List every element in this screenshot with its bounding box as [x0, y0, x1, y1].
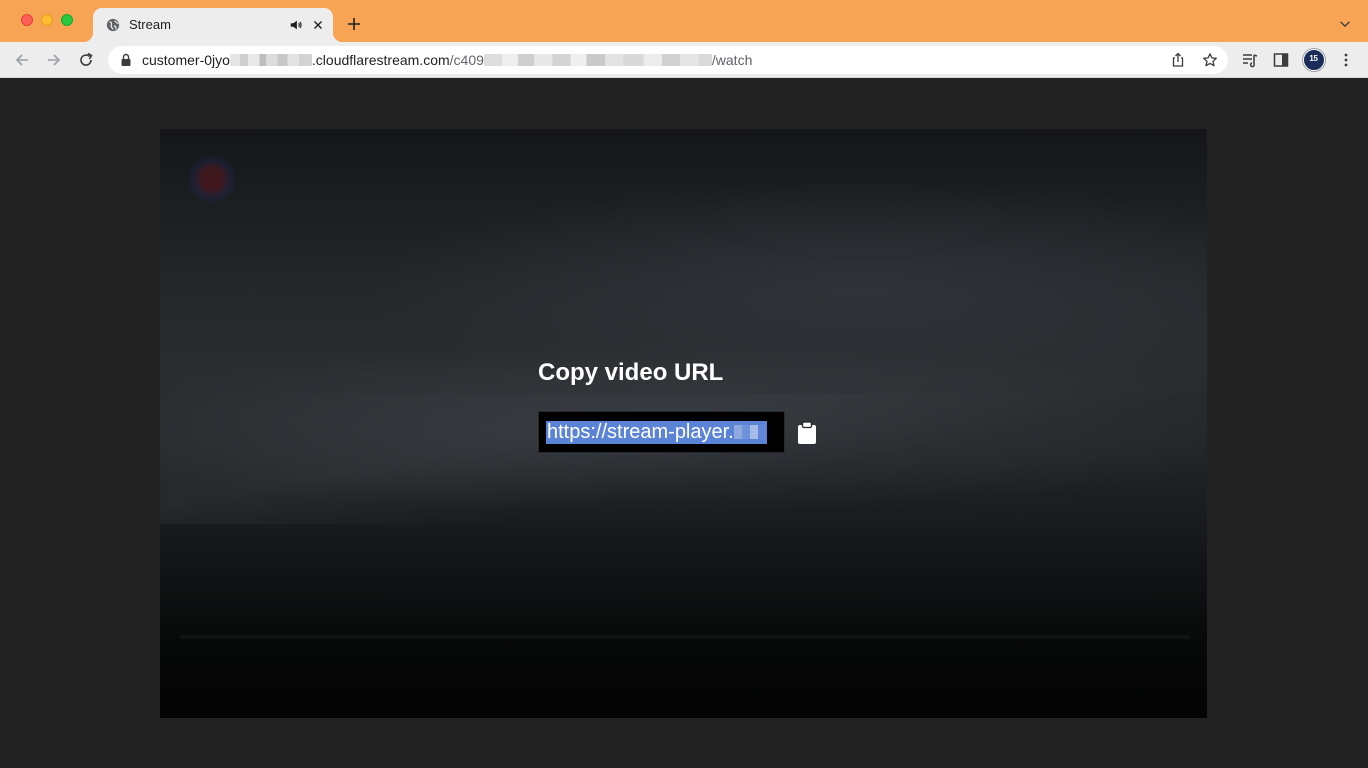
side-panel-icon[interactable] [1272, 51, 1290, 69]
dialog-title: Copy video URL [538, 359, 724, 386]
tab-title: Stream [129, 17, 171, 32]
more-icon[interactable] [1337, 51, 1355, 69]
redacted-url-segment [483, 54, 712, 66]
video-url-field[interactable]: https://stream-player. [538, 411, 785, 453]
blurred-channel-logo [188, 155, 236, 203]
close-window-button[interactable] [21, 14, 33, 26]
video-url-text[interactable]: https://stream-player. [546, 421, 767, 444]
globe-icon [106, 18, 120, 32]
browser-toolbar: customer-0jyo .cloudflarestream.com/c409 /… [0, 42, 1368, 78]
redacted-url-segment [229, 54, 312, 66]
star-icon[interactable] [1202, 52, 1218, 68]
blurred-progress-bar [180, 635, 1190, 639]
chevron-down-icon[interactable] [1338, 17, 1352, 31]
lock-icon[interactable] [120, 53, 132, 67]
reading-list-icon[interactable] [1241, 51, 1259, 69]
address-bar[interactable]: customer-0jyo .cloudflarestream.com/c409 /… [108, 46, 1228, 74]
avatar-label: 15 [1309, 54, 1318, 63]
url-host: .cloudflarestream.com [311, 52, 450, 68]
browser-window: Stream customer-0jyo .cloudflarestream.c… [0, 0, 1368, 768]
reload-icon[interactable] [77, 51, 95, 69]
url-path-end: /watch [711, 52, 753, 68]
forward-arrow-icon[interactable] [45, 51, 63, 69]
close-icon[interactable] [311, 18, 325, 32]
video-player[interactable]: Copy video URL https://stream-player. [160, 129, 1207, 718]
plus-icon[interactable] [346, 16, 362, 32]
clipboard-icon[interactable] [796, 421, 818, 445]
url-path-start: /c409 [449, 52, 484, 68]
url-text[interactable]: customer-0jyo .cloudflarestream.com/c409 /… [142, 52, 752, 68]
speaker-icon[interactable] [289, 18, 303, 32]
page-content: Copy video URL https://stream-player. [0, 79, 1368, 768]
zoom-window-button[interactable] [61, 14, 73, 26]
avatar[interactable]: 15 [1303, 49, 1325, 71]
redacted-url-segment [733, 425, 766, 439]
video-url-value: https://stream-player. [547, 421, 734, 443]
tab-strip: Stream [0, 0, 1368, 42]
minimize-window-button[interactable] [41, 14, 53, 26]
url-prefix: customer-0jyo [142, 52, 230, 68]
share-icon[interactable] [1170, 52, 1186, 68]
tab-stream[interactable]: Stream [83, 8, 343, 42]
back-arrow-icon[interactable] [13, 51, 31, 69]
